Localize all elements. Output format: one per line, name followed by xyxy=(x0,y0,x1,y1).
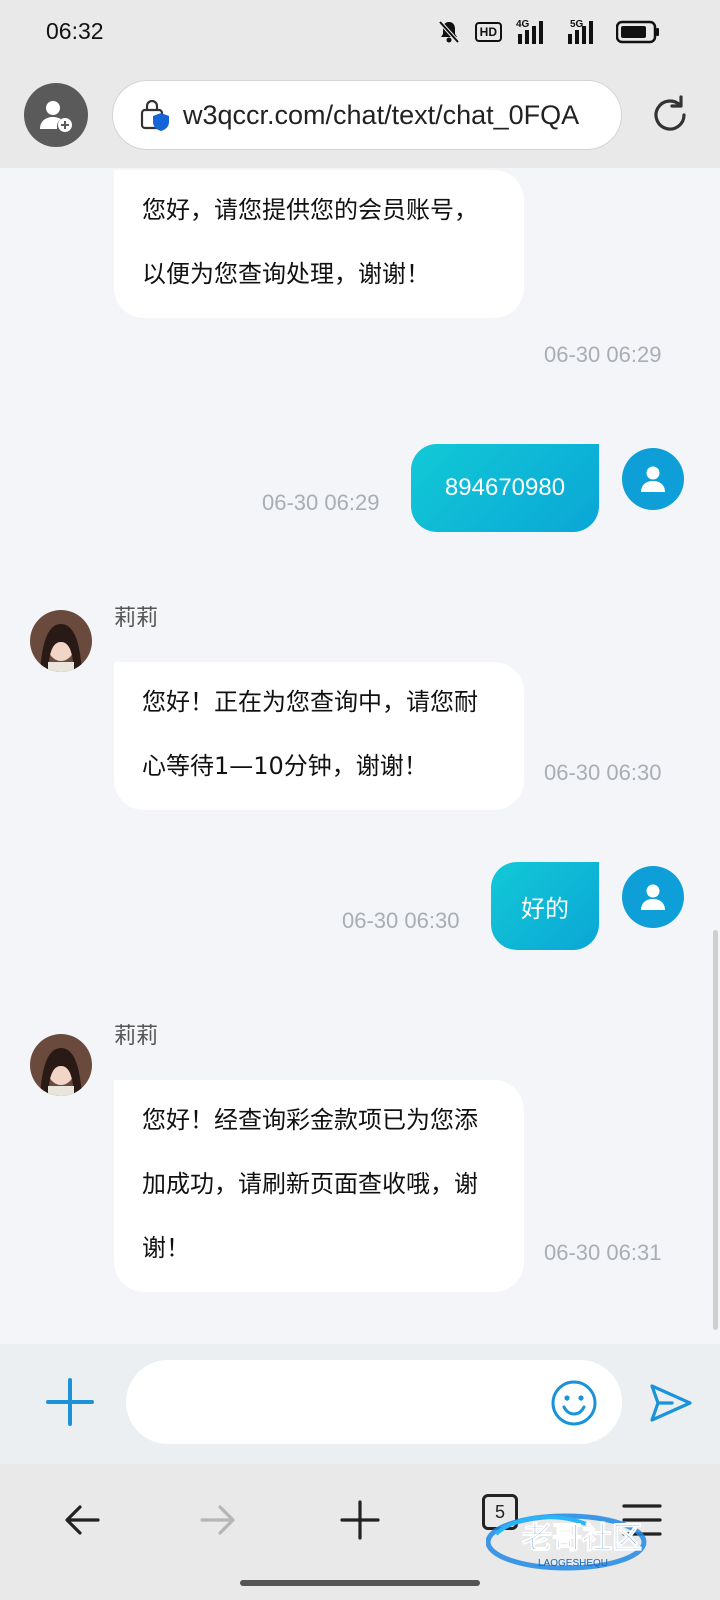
status-bar: 06:32 HD 4G 5G xyxy=(0,0,720,66)
message-timestamp: 06-30 06:30 xyxy=(544,760,662,785)
message-timestamp: 06-30 06:31 xyxy=(544,1240,662,1265)
message-composer xyxy=(0,1344,720,1464)
message-bubble-incoming: 您好！经查询彩金款项已为您添加成功，请刷新页面查收哦，谢谢！ xyxy=(114,1080,524,1292)
signal-5g-icon: 5G xyxy=(568,19,593,44)
svg-text:老哥社区: 老哥社区 xyxy=(522,1521,642,1556)
status-icons: HD 4G 5G xyxy=(437,18,660,46)
message-timestamp: 06-30 06:29 xyxy=(262,490,380,515)
signal-4g-icon: 4G xyxy=(516,19,543,44)
new-tab-icon[interactable] xyxy=(338,1498,382,1542)
watermark-logo: 老哥社区 LAOGESHEQU xyxy=(486,1513,647,1571)
message-bubble-outgoing: 好的 xyxy=(491,862,599,950)
agent-avatar xyxy=(30,1034,92,1096)
forward-arrow-icon xyxy=(200,1505,235,1535)
reload-icon[interactable] xyxy=(648,93,692,137)
network-4g-label: 4G xyxy=(516,19,530,30)
message-bubble-outgoing: 894670980 xyxy=(411,444,599,532)
message-timestamp: 06-30 06:30 xyxy=(342,908,460,933)
message-bubble-incoming: 您好，请您提供您的会员账号，以便为您查询处理，谢谢！ xyxy=(114,170,524,318)
mute-icon xyxy=(438,20,460,44)
user-avatar xyxy=(622,866,684,928)
network-5g-label: 5G xyxy=(570,19,584,30)
profile-icon xyxy=(40,101,72,132)
home-indicator[interactable] xyxy=(240,1580,480,1586)
agent-photo xyxy=(30,1034,92,1096)
browser-bottom-nav: 5 老哥社区 LAOGESHEQU xyxy=(0,1464,720,1600)
message-timestamp: 06-30 06:29 xyxy=(544,342,662,367)
agent-photo xyxy=(30,610,92,672)
shield-lock-icon xyxy=(140,99,169,131)
back-arrow-icon[interactable] xyxy=(60,1498,104,1542)
plus-icon[interactable] xyxy=(44,1376,96,1428)
profile-button[interactable] xyxy=(24,83,88,147)
sender-name: 莉莉 xyxy=(114,1024,159,1049)
message-text: 您好，请您提供您的会员账号，以便为您查询处理，谢谢！ xyxy=(142,196,478,288)
svg-text:LAOGESHEQU: LAOGESHEQU xyxy=(538,1558,608,1569)
user-icon xyxy=(641,466,665,492)
battery-icon xyxy=(616,20,659,44)
message-text: 您好！经查询彩金款项已为您添加成功，请刷新页面查收哦，谢谢！ xyxy=(142,1106,478,1262)
message-bubble-incoming: 您好！正在为您查询中，请您耐心等待1—10分钟，谢谢！ xyxy=(114,662,524,810)
user-avatar xyxy=(622,448,684,510)
scrollbar[interactable] xyxy=(713,930,718,1330)
emoji-icon[interactable] xyxy=(550,1379,598,1427)
send-icon[interactable] xyxy=(648,1380,694,1426)
sender-name: 莉莉 xyxy=(114,606,159,631)
user-icon xyxy=(641,884,665,910)
message-text: 您好！正在为您查询中，请您耐心等待1—10分钟，谢谢！ xyxy=(142,688,478,780)
message-text: 894670980 xyxy=(444,474,566,501)
status-time: 06:32 xyxy=(46,18,104,44)
address-bar[interactable]: w3qccr.com/chat/text/chat_0FQA xyxy=(112,80,622,150)
message-text: 好的 xyxy=(521,895,569,923)
message-input[interactable] xyxy=(126,1360,622,1444)
browser-toolbar: w3qccr.com/chat/text/chat_0FQA xyxy=(0,66,720,168)
url-text: w3qccr.com/chat/text/chat_0FQA xyxy=(183,99,580,130)
chat-messages[interactable]: 您好，请您提供您的会员账号，以便为您查询处理，谢谢！ 06-30 06:29 0… xyxy=(0,168,720,1344)
agent-avatar xyxy=(30,610,92,672)
hd-icon: HD xyxy=(474,22,502,42)
